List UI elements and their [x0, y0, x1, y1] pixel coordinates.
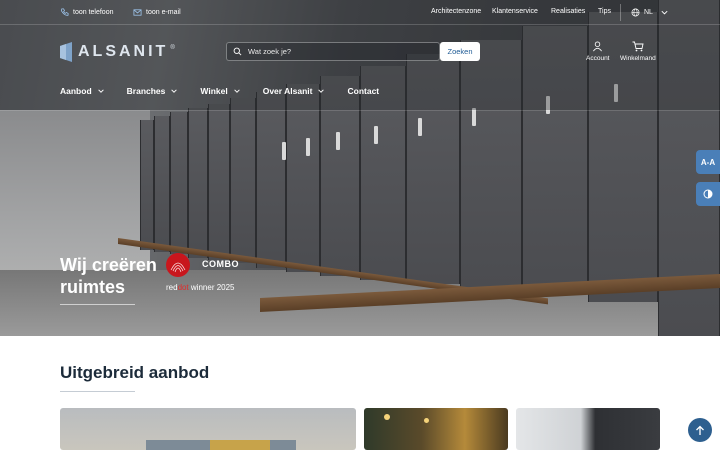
account-link[interactable]: Account: [586, 41, 610, 62]
phone-label: toon telefoon: [73, 9, 114, 16]
locker-handle: [282, 142, 286, 160]
locker: [188, 108, 208, 258]
topbar-link-architectenzone[interactable]: Architectenzone: [431, 8, 481, 15]
registered-mark: ®: [170, 45, 175, 51]
account-label: Account: [586, 55, 610, 62]
globe-icon: [631, 8, 640, 17]
phone-icon: [60, 8, 69, 16]
topbar-link-realisaties[interactable]: Realisaties: [551, 8, 585, 15]
user-icon: [593, 41, 603, 52]
award-caption-dot: dot: [177, 283, 189, 292]
font-size-toggle[interactable]: A-A: [696, 150, 720, 174]
logo[interactable]: ALSANIT ®: [60, 42, 175, 62]
hero-title: Wij creëren ruimtes: [60, 255, 157, 297]
search-box: [226, 42, 440, 61]
reddot-logo-icon: [166, 253, 190, 277]
scroll-to-top-button[interactable]: [688, 418, 712, 442]
topbar-divider: [620, 4, 621, 21]
topbar-link-label: Tips: [598, 8, 611, 15]
nav-item-label: Contact: [347, 86, 380, 96]
search-button[interactable]: Zoeken: [440, 42, 480, 61]
locker-handle: [306, 138, 310, 156]
nav-item-branches[interactable]: Branches: [127, 86, 179, 96]
email-label: toon e-mail: [146, 9, 181, 16]
award-product-name: COMBO: [202, 259, 239, 269]
locker: [286, 84, 320, 272]
language-selector[interactable]: NL: [631, 8, 669, 17]
section-title: Uitgebreid aanbod: [60, 363, 210, 382]
card-image-light: [384, 414, 390, 420]
card-image-detail: [210, 440, 270, 450]
cart-icon: [632, 41, 644, 52]
nav-item-label: Aanbod: [60, 86, 92, 96]
logo-text: ALSANIT: [78, 43, 169, 60]
chevron-down-icon: [233, 89, 240, 93]
mail-icon: [133, 9, 142, 16]
logo-mark-icon: [60, 42, 72, 62]
top-bar: toon telefoon toon e-mail Architectenzon…: [0, 0, 720, 25]
chevron-down-icon: [318, 89, 325, 93]
contrast-toggle[interactable]: [696, 182, 720, 206]
topbar-link-klantenservice[interactable]: Klantenservice: [492, 8, 538, 15]
nav-item-over-alsanit[interactable]: Over Alsanit: [263, 86, 326, 96]
award-caption: reddot winner 2025: [166, 283, 235, 292]
chevron-down-icon: [97, 89, 104, 93]
nav-item-label: Winkel: [200, 86, 228, 96]
topbar-link-label: Klantenservice: [492, 8, 538, 15]
award-caption-suffix: winner 2025: [188, 283, 235, 292]
offer-card[interactable]: [516, 408, 660, 450]
nav-divider: [0, 110, 720, 111]
locker: [208, 104, 230, 260]
language-label: NL: [644, 9, 653, 16]
nav-item-winkel[interactable]: Winkel: [200, 86, 240, 96]
locker: [230, 98, 256, 263]
search-input[interactable]: [248, 47, 428, 56]
search-icon: [233, 47, 242, 56]
offer-card[interactable]: [60, 408, 356, 450]
locker: [154, 116, 170, 252]
card-image-light: [424, 418, 429, 423]
font-size-label: A-A: [700, 157, 716, 167]
locker-handle: [336, 132, 340, 150]
topbar-link-label: Realisaties: [551, 8, 586, 15]
chevron-down-icon: [171, 89, 178, 93]
award-caption-red: red: [166, 283, 178, 292]
main-nav: Aanbod Branches Winkel Over Alsanit Cont…: [60, 86, 379, 96]
nav-item-aanbod[interactable]: Aanbod: [60, 86, 105, 96]
phone-link[interactable]: toon telefoon: [60, 8, 113, 17]
email-link[interactable]: toon e-mail: [133, 8, 181, 17]
contrast-icon: [703, 189, 713, 199]
topbar-link-label: Architectenzone: [431, 8, 482, 15]
nav-item-label: Branches: [126, 86, 166, 96]
chevron-down-icon: [661, 10, 668, 15]
locker-handle: [418, 118, 422, 136]
nav-item-contact[interactable]: Contact: [347, 86, 379, 96]
cart-label: Winkelmand: [620, 55, 656, 62]
locker: [140, 120, 154, 250]
hero-title-underline: [60, 304, 135, 305]
section-title-underline: [60, 391, 135, 392]
locker: [170, 112, 188, 254]
locker: [256, 92, 286, 268]
arrow-up-icon: [696, 425, 704, 435]
topbar-link-tips[interactable]: Tips: [598, 8, 611, 15]
nav-item-label: Over Alsanit: [262, 86, 313, 96]
cart-link[interactable]: Winkelmand: [620, 41, 656, 62]
locker-handle: [374, 126, 378, 144]
offer-card[interactable]: [364, 408, 508, 450]
